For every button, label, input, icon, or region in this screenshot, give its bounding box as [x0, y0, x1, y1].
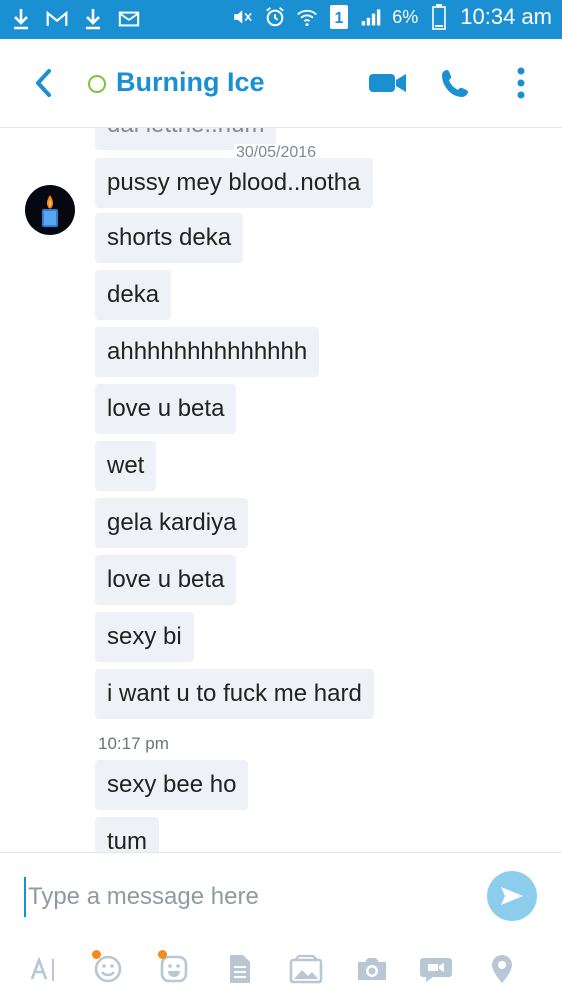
send-button[interactable]	[487, 871, 537, 921]
notification-icons	[10, 6, 140, 32]
photo-gallery-button[interactable]	[286, 949, 326, 989]
battery-icon	[428, 4, 450, 30]
system-icons: 1 6% 10:34 am	[232, 4, 552, 30]
message-bubble[interactable]: tum	[95, 817, 160, 852]
voice-call-button[interactable]	[436, 61, 476, 105]
status-bar: 1 6% 10:34 am	[0, 0, 562, 39]
message-bubble[interactable]: shorts deka	[95, 213, 244, 263]
video-call-button[interactable]	[366, 61, 410, 105]
signal-icon	[360, 4, 382, 30]
camera-button[interactable]	[352, 949, 392, 989]
compose-area	[0, 852, 562, 1000]
video-message-icon	[420, 958, 452, 982]
svg-text:1: 1	[335, 10, 344, 27]
message-bubble[interactable]: sexy bi	[95, 612, 194, 662]
send-icon	[501, 887, 523, 905]
alarm-icon	[264, 4, 286, 30]
message-list[interactable]: dai letthe..hum 30/05/2016 pussy mey blo…	[0, 128, 562, 852]
moji-button[interactable]	[154, 949, 194, 989]
camera-icon	[358, 958, 386, 980]
message-bubble[interactable]: wet	[95, 441, 157, 491]
message-bubble[interactable]: sexy bee ho	[95, 760, 249, 810]
message-timestamp: 10:17 pm	[98, 734, 169, 753]
photo-gallery-icon	[289, 954, 323, 984]
message-bubble[interactable]: ahhhhhhhhhhhhhh	[95, 327, 320, 377]
message-bubble[interactable]: gela kardiya	[95, 498, 249, 548]
back-button[interactable]	[28, 65, 58, 101]
candle-icon	[42, 195, 58, 227]
more-vertical-icon	[517, 67, 525, 99]
message-bubble[interactable]: love u beta	[95, 384, 237, 434]
chat-header: Burning Ice	[0, 39, 562, 128]
video-message-button[interactable]	[416, 949, 456, 989]
sim-icon: 1	[328, 4, 350, 30]
mute-icon	[232, 4, 254, 30]
gmail-icon	[46, 6, 68, 32]
text-format-button[interactable]	[22, 949, 62, 989]
compose-toolbar	[0, 949, 562, 989]
contact-avatar[interactable]	[25, 185, 75, 235]
emoticon-button[interactable]	[88, 949, 128, 989]
download-icon	[82, 6, 104, 32]
file-icon	[230, 955, 250, 983]
email-icon	[118, 6, 140, 32]
notification-dot	[158, 950, 167, 959]
download-icon	[10, 6, 32, 32]
presence-indicator	[88, 75, 106, 93]
notification-dot	[92, 950, 101, 959]
message-input[interactable]	[24, 877, 454, 917]
contact-name[interactable]: Burning Ice	[116, 67, 265, 98]
wifi-icon	[296, 4, 318, 30]
more-options-button[interactable]	[506, 61, 536, 105]
message-bubble[interactable]: deka	[95, 270, 172, 320]
share-location-button[interactable]	[482, 949, 522, 989]
message-bubble[interactable]: love u beta	[95, 555, 237, 605]
send-file-button[interactable]	[220, 949, 260, 989]
message-bubble[interactable]: pussy mey blood..notha	[95, 158, 373, 208]
location-pin-icon	[492, 955, 512, 983]
clock: 10:34 am	[460, 4, 552, 29]
phone-icon	[442, 70, 468, 97]
chevron-left-icon	[36, 69, 51, 97]
video-camera-icon	[369, 74, 406, 92]
text-format-icon	[30, 956, 54, 981]
message-bubble[interactable]: i want u to fuck me hard	[95, 669, 374, 719]
battery-percent: 6%	[392, 6, 419, 27]
